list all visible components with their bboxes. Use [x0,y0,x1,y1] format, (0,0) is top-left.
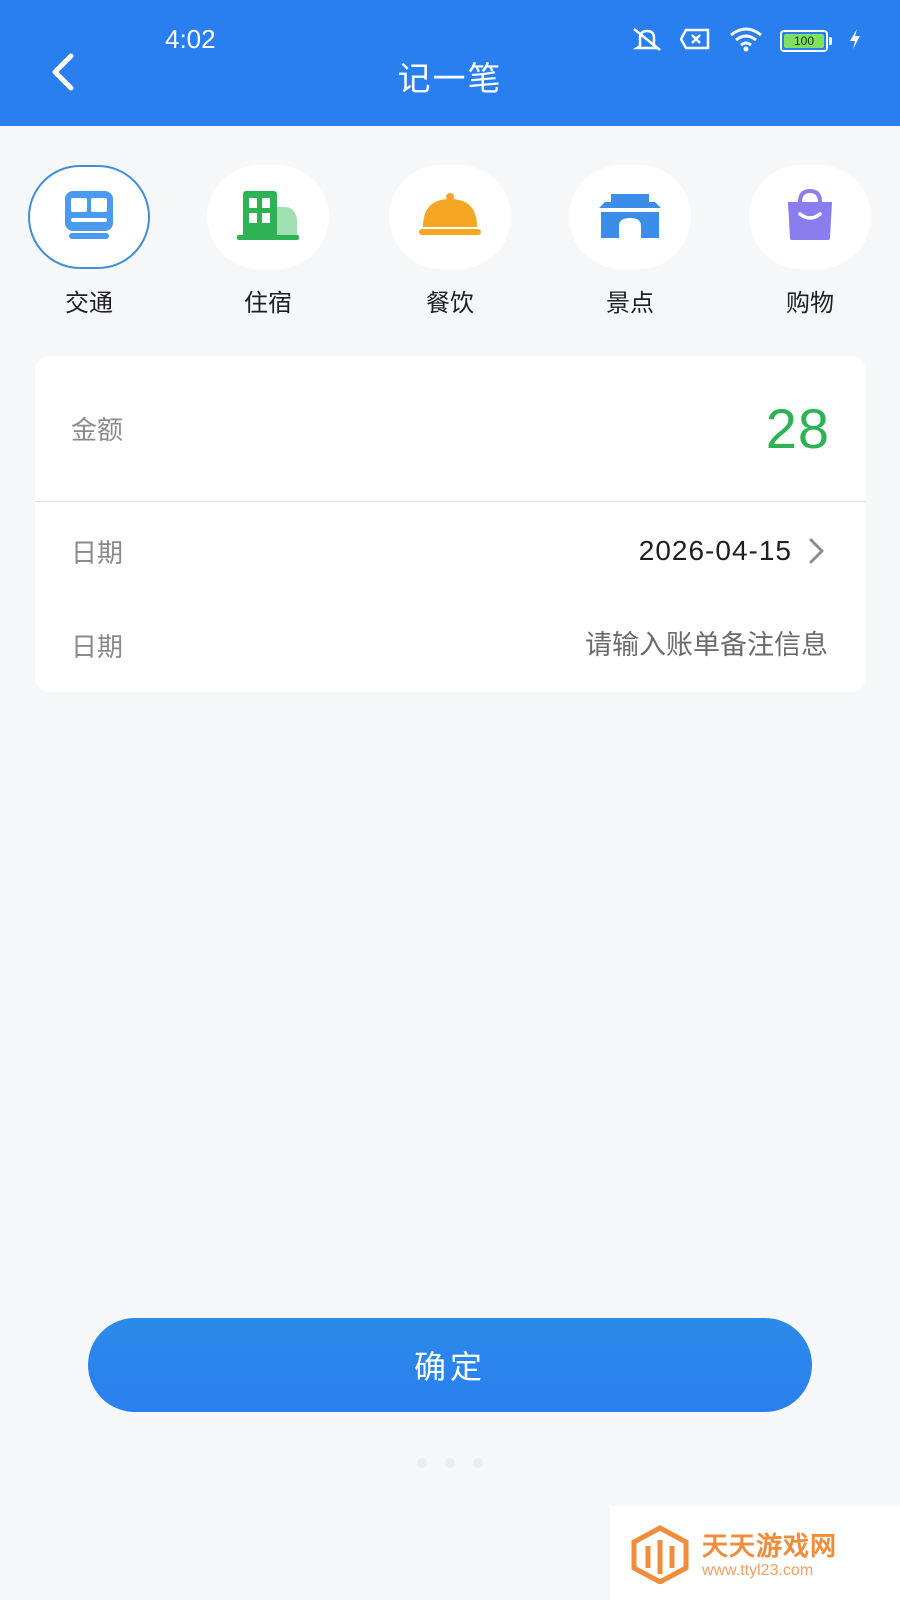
chevron-right-icon [804,538,830,564]
amount-value[interactable]: 28 [766,396,830,461]
category-label: 餐饮 [426,289,474,317]
watermark-text: 天天游戏网 [702,1532,838,1562]
amount-row[interactable]: 金额 28 [35,356,866,502]
page-title: 记一笔 [397,59,503,98]
charging-icon [848,28,862,54]
category-icon-circle [569,165,691,269]
category-icon-circle [749,165,871,269]
status-time: 4:02 [165,24,216,54]
page-dot [417,1458,427,1468]
category-icon-circle [389,165,511,269]
note-input[interactable] [406,628,830,662]
category-lodging[interactable]: 住宿 [203,165,333,318]
watermark: 天天游戏网 www.ttyl23.com [610,1506,900,1600]
building-icon [235,189,301,245]
category-shopping[interactable]: 购物 [745,165,875,318]
confirm-button[interactable]: 确定 [88,1318,812,1412]
note-row: 日期 [35,599,866,691]
watermark-url: www.ttyl23.com [702,1562,814,1579]
page: 4:02 100 记一笔 交通 住宿 餐饮 景点 购物 金额 28 日期 202… [0,0,900,1600]
gate-icon [597,190,663,244]
category-label: 景点 [606,289,654,317]
amount-label: 金额 [71,416,124,446]
close-box-icon [679,27,712,55]
bill-form-card: 金额 28 日期 2026-04-15 日期 [35,356,866,692]
date-row[interactable]: 日期 2026-04-15 [35,503,866,599]
battery-text: 100 [793,34,815,48]
category-label: 交通 [65,289,113,317]
page-dot [473,1458,483,1468]
page-indicator [0,1458,900,1468]
date-label: 日期 [71,538,124,569]
category-transport[interactable]: 交通 [24,165,154,318]
date-value: 2026-04-15 [638,535,792,566]
category-dining[interactable]: 餐饮 [385,165,515,318]
battery-icon: 100 [780,30,832,52]
category-icon-circle [28,165,150,269]
watermark-logo-icon [630,1524,690,1585]
category-label: 购物 [786,289,834,317]
category-label: 住宿 [244,289,292,317]
shopping-bag-icon [782,188,838,246]
train-icon [61,189,117,245]
header: 4:02 100 记一笔 [0,0,900,126]
category-attraction[interactable]: 景点 [565,165,695,318]
category-icon-circle [207,165,329,269]
note-label: 日期 [71,632,124,663]
category-bar: 交通 住宿 餐饮 景点 购物 [0,165,900,325]
food-cloche-icon [417,191,483,243]
page-dot [445,1458,455,1468]
